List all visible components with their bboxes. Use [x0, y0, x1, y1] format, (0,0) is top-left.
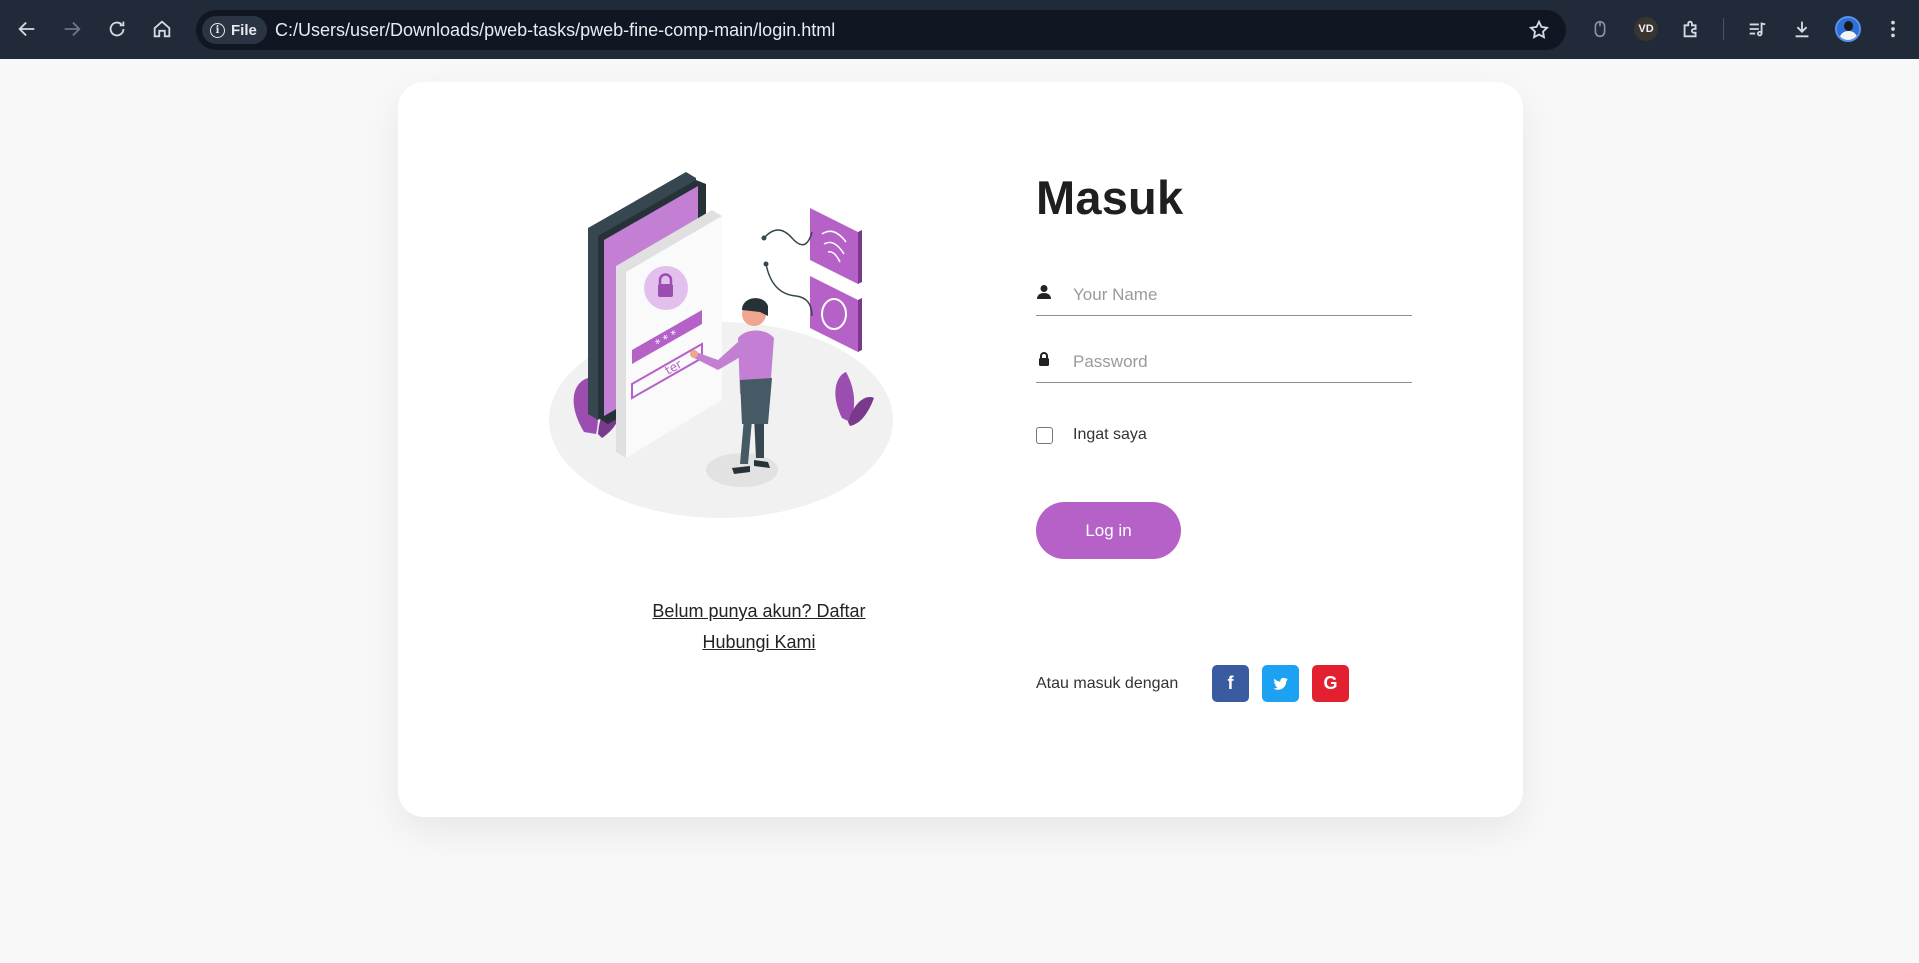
remember-me[interactable]: Ingat saya	[1036, 426, 1147, 444]
arrow-left-icon	[18, 21, 35, 37]
playlist-icon	[1749, 22, 1766, 37]
media-control-button[interactable]	[1743, 15, 1771, 43]
password-field	[1036, 343, 1412, 383]
more-vertical-icon	[1891, 20, 1895, 38]
forward-button[interactable]	[54, 11, 90, 47]
vd-extension-icon: VD	[1634, 17, 1658, 41]
mouse-icon	[1594, 20, 1606, 38]
login-button[interactable]: Log in	[1036, 502, 1181, 559]
reload-icon	[109, 21, 125, 37]
bookmark-star-icon[interactable]	[1528, 19, 1550, 41]
info-icon: i	[210, 22, 225, 38]
extension-mouse-button[interactable]	[1586, 15, 1614, 43]
home-icon	[153, 20, 171, 38]
extensions-button[interactable]	[1677, 15, 1705, 43]
puzzle-icon	[1683, 20, 1697, 38]
remember-checkbox[interactable]	[1036, 426, 1053, 444]
browser-menu-button[interactable]	[1879, 15, 1907, 43]
contact-link[interactable]: Hubungi Kami	[553, 632, 965, 653]
home-button[interactable]	[144, 11, 180, 47]
url-text[interactable]: C:/Users/user/Downloads/pweb-tasks/pweb-…	[275, 10, 835, 50]
name-input[interactable]	[1073, 276, 1403, 314]
toolbar-divider	[1723, 18, 1724, 40]
reload-button[interactable]	[99, 11, 135, 47]
page-title: Masuk	[1036, 171, 1184, 224]
remember-label: Ingat saya	[1073, 426, 1147, 443]
password-input[interactable]	[1073, 343, 1403, 381]
site-info-label: File	[231, 21, 257, 39]
register-link[interactable]: Belum punya akun? Daftar	[553, 601, 965, 622]
arrow-right-icon	[64, 21, 81, 37]
browser-toolbar: i File C:/Users/user/Downloads/pweb-task…	[0, 0, 1919, 59]
social-login-text: Atau masuk dengan	[1036, 675, 1179, 692]
extension-vd-button[interactable]: VD	[1632, 15, 1660, 43]
login-illustration: * * * ter	[549, 172, 893, 518]
downloads-button[interactable]	[1788, 15, 1816, 43]
back-button[interactable]	[9, 11, 45, 47]
facebook-icon: f	[1227, 673, 1234, 693]
address-bar[interactable]: i File C:/Users/user/Downloads/pweb-task…	[196, 10, 1566, 50]
user-icon	[1037, 285, 1051, 299]
profile-button[interactable]	[1834, 15, 1862, 43]
facebook-login-button[interactable]: f	[1212, 665, 1249, 702]
twitter-icon	[1273, 677, 1288, 690]
name-field	[1036, 276, 1412, 316]
download-icon	[1795, 21, 1809, 38]
profile-avatar	[1835, 16, 1861, 42]
login-card: * * * ter Belum punya akun? Daftar Hubun…	[398, 82, 1523, 817]
twitter-login-button[interactable]	[1262, 665, 1299, 702]
google-icon: G	[1323, 673, 1338, 693]
site-info-chip[interactable]: i File	[202, 16, 267, 44]
google-login-button[interactable]: G	[1312, 665, 1349, 702]
lock-icon	[1039, 352, 1049, 366]
